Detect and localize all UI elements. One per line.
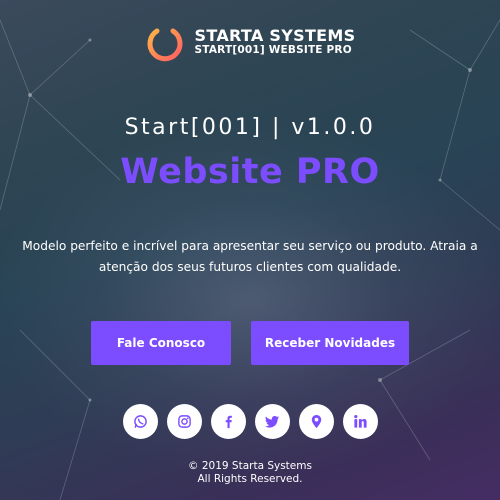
brand-name: STARTA SYSTEMS bbox=[194, 26, 356, 46]
instagram-icon bbox=[177, 415, 191, 428]
brand-logo[interactable]: STARTA SYSTEMS START[001] WEBSITE PRO bbox=[0, 22, 500, 62]
social-linkedin[interactable] bbox=[342, 404, 378, 439]
hero-title: Website PRO bbox=[120, 152, 380, 192]
social-twitter[interactable] bbox=[254, 404, 290, 439]
hero-version: Start[001] | v1.0.0 bbox=[124, 115, 376, 140]
newsletter-button[interactable]: Receber Novidades bbox=[251, 321, 409, 365]
twitter-icon bbox=[264, 415, 279, 428]
social-instagram[interactable] bbox=[166, 404, 202, 439]
footer-rights: All Rights Reserved. bbox=[197, 473, 303, 485]
facebook-icon bbox=[225, 415, 232, 429]
hero-description: Modelo perfeito e incrível para apresent… bbox=[22, 239, 478, 274]
social-location[interactable] bbox=[298, 404, 334, 439]
whatsapp-icon bbox=[133, 415, 147, 428]
brand-subtitle: START[001] WEBSITE PRO bbox=[194, 43, 352, 56]
social-facebook[interactable] bbox=[210, 404, 246, 439]
social-links bbox=[0, 404, 500, 439]
contact-button[interactable]: Fale Conosco bbox=[91, 321, 231, 365]
footer: © 2019 Starta Systems All Rights Reserve… bbox=[0, 460, 500, 486]
footer-copyright: © 2019 Starta Systems bbox=[188, 460, 312, 472]
linkedin-icon bbox=[353, 415, 367, 428]
power-logo-icon bbox=[147, 23, 182, 62]
social-whatsapp[interactable] bbox=[122, 404, 158, 439]
location-pin-icon bbox=[311, 414, 321, 429]
brand-text: STARTA SYSTEMS START[001] WEBSITE PRO bbox=[194, 26, 356, 56]
